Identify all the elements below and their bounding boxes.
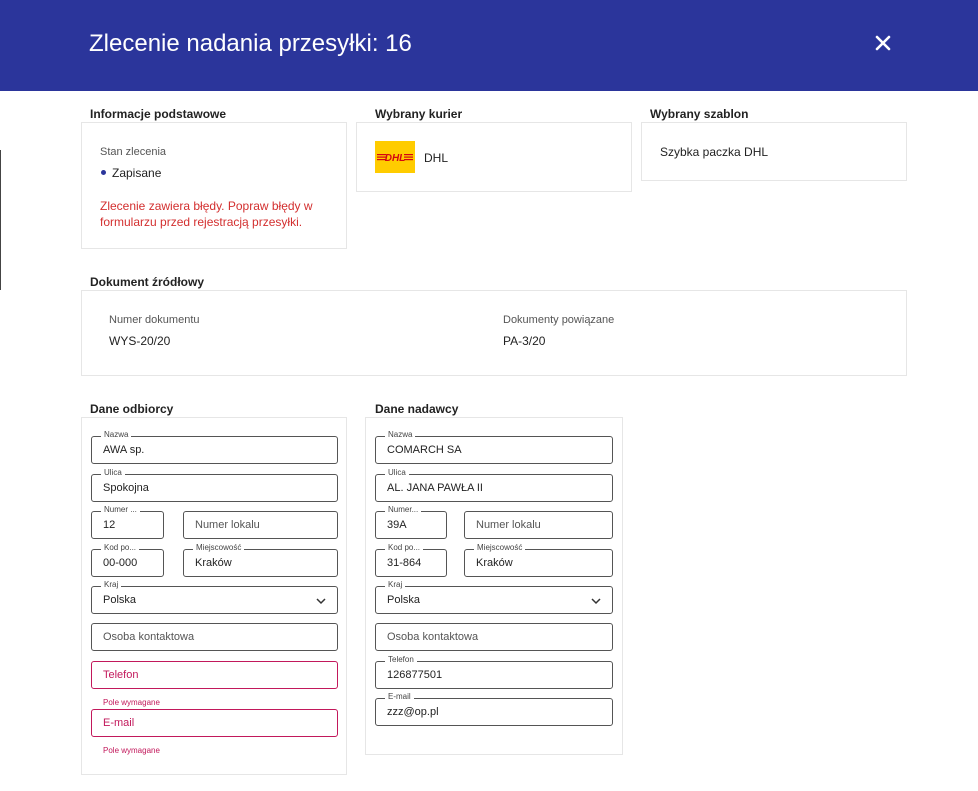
error-message: Zlecenie zawiera błędy. Popraw błędy w f… xyxy=(100,199,313,229)
sender-street-label: Ulica xyxy=(385,468,409,477)
recipient-zip-value: 00-000 xyxy=(103,557,138,569)
recipient-city-label: Miejscowość xyxy=(193,543,245,552)
left-edge-divider xyxy=(0,150,1,290)
recipient-email-field[interactable]: E-mail xyxy=(91,709,338,737)
recipient-email-placeholder: E-mail xyxy=(103,717,135,729)
dialog-title: Zlecenie nadania przesyłki: 16 xyxy=(89,30,412,57)
recipient-apartment-field[interactable]: Numer lokalu xyxy=(183,511,338,539)
recipient-contact-field[interactable]: Osoba kontaktowa xyxy=(91,623,338,651)
sender-apartment-placeholder: Numer lokalu xyxy=(476,519,541,531)
basic-info-title: Informacje podstawowe xyxy=(90,107,227,121)
source-doc-title: Dokument źródłowy xyxy=(90,275,205,289)
related-docs-value[interactable]: PA-3/20 xyxy=(503,334,545,348)
recipient-number-label: Numer ... xyxy=(101,505,140,514)
sender-street-value: AL. JANA PAWŁA II xyxy=(387,482,483,494)
sender-city-label: Miejscowość xyxy=(474,543,526,552)
recipient-card: Nazwa AWA sp. Ulica Spokojna Numer ... 1… xyxy=(81,417,347,775)
sender-email-field[interactable]: E-mail zzz@op.pl xyxy=(375,692,613,726)
recipient-city-value: Kraków xyxy=(195,557,232,569)
status-dot xyxy=(101,170,106,175)
recipient-title: Dane odbiorcy xyxy=(90,402,174,416)
related-docs-label: Dokumenty powiązane xyxy=(503,314,615,326)
recipient-name-label: Nazwa xyxy=(101,430,132,439)
sender-zip-value: 31-864 xyxy=(387,557,422,569)
sender-street-field[interactable]: Ulica AL. JANA PAWŁA II xyxy=(375,468,613,502)
recipient-contact-placeholder: Osoba kontaktowa xyxy=(103,631,195,643)
sender-email-value: zzz@op.pl xyxy=(387,706,439,718)
recipient-apartment-placeholder: Numer lokalu xyxy=(195,519,260,531)
recipient-phone-hint: Pole wymagane xyxy=(103,698,160,707)
sender-number-value: 39A xyxy=(387,519,407,531)
recipient-street-value: Spokojna xyxy=(103,482,149,494)
recipient-number-value: 12 xyxy=(103,519,116,531)
recipient-country-value: Polska xyxy=(103,594,137,606)
sender-email-label: E-mail xyxy=(385,692,414,701)
sender-number-label: Numer... xyxy=(385,505,422,514)
chevron-down-icon xyxy=(591,598,601,605)
dhl-logo-icon: DHL xyxy=(375,141,415,173)
sender-apartment-field[interactable]: Numer lokalu xyxy=(464,511,613,539)
template-card: Szybka paczka DHL xyxy=(641,122,907,181)
sender-zip-field[interactable]: Kod po... 31-864 xyxy=(375,543,447,577)
sender-zip-label: Kod po... xyxy=(385,543,424,552)
dialog-header: Zlecenie nadania przesyłki: 16 xyxy=(0,0,978,91)
recipient-street-label: Ulica xyxy=(101,468,125,477)
sender-name-value: COMARCH SA xyxy=(387,444,462,456)
sender-number-field[interactable]: Numer... 39A xyxy=(375,505,447,539)
template-title: Wybrany szablon xyxy=(650,107,749,121)
status-label: Stan zlecenia xyxy=(100,146,167,158)
courier-card: DHL DHL xyxy=(356,122,632,192)
recipient-zip-label: Kod po... xyxy=(101,543,140,552)
recipient-street-field[interactable]: Ulica Spokojna xyxy=(91,468,338,502)
sender-country-label: Kraj xyxy=(385,580,406,589)
sender-name-field[interactable]: Nazwa COMARCH SA xyxy=(375,430,613,464)
status-value: Zapisane xyxy=(112,166,162,180)
sender-title: Dane nadawcy xyxy=(375,402,459,416)
recipient-city-field[interactable]: Miejscowość Kraków xyxy=(183,543,338,577)
sender-phone-field[interactable]: Telefon 126877501 xyxy=(375,655,613,689)
chevron-down-icon xyxy=(316,598,326,605)
template-name: Szybka paczka DHL xyxy=(660,145,769,159)
sender-country-select[interactable]: Kraj Polska xyxy=(375,580,613,614)
sender-city-field[interactable]: Miejscowość Kraków xyxy=(464,543,613,577)
sender-city-value: Kraków xyxy=(476,557,513,569)
sender-name-label: Nazwa xyxy=(385,430,416,439)
courier-name: DHL xyxy=(424,151,449,165)
recipient-zip-field[interactable]: Kod po... 00-000 xyxy=(91,543,164,577)
recipient-number-field[interactable]: Numer ... 12 xyxy=(91,505,164,539)
courier-title: Wybrany kurier xyxy=(375,107,463,121)
sender-contact-field[interactable]: Osoba kontaktowa xyxy=(375,623,613,651)
doc-number-value: WYS-20/20 xyxy=(109,334,171,348)
sender-country-value: Polska xyxy=(387,594,421,606)
recipient-country-label: Kraj xyxy=(101,580,122,589)
sender-contact-placeholder: Osoba kontaktowa xyxy=(387,631,479,643)
basic-info-card: Stan zlecenia Zapisane Zlecenie zawiera … xyxy=(81,122,347,249)
recipient-phone-placeholder: Telefon xyxy=(103,669,139,681)
sender-card: Nazwa COMARCH SA Ulica AL. JANA PAWŁA II… xyxy=(365,417,623,755)
doc-number-label: Numer dokumentu xyxy=(109,314,200,326)
recipient-country-select[interactable]: Kraj Polska xyxy=(91,580,338,614)
close-icon[interactable] xyxy=(870,30,896,56)
recipient-phone-field[interactable]: Telefon xyxy=(91,661,338,689)
recipient-email-hint: Pole wymagane xyxy=(103,746,160,755)
recipient-name-value: AWA sp. xyxy=(103,444,145,456)
sender-phone-value: 126877501 xyxy=(387,669,443,681)
sender-phone-label: Telefon xyxy=(385,655,417,664)
recipient-name-field[interactable]: Nazwa AWA sp. xyxy=(91,430,338,464)
dhl-logo-text: DHL xyxy=(385,153,406,164)
source-doc-card: Numer dokumentu WYS-20/20 Dokumenty powi… xyxy=(81,290,907,376)
